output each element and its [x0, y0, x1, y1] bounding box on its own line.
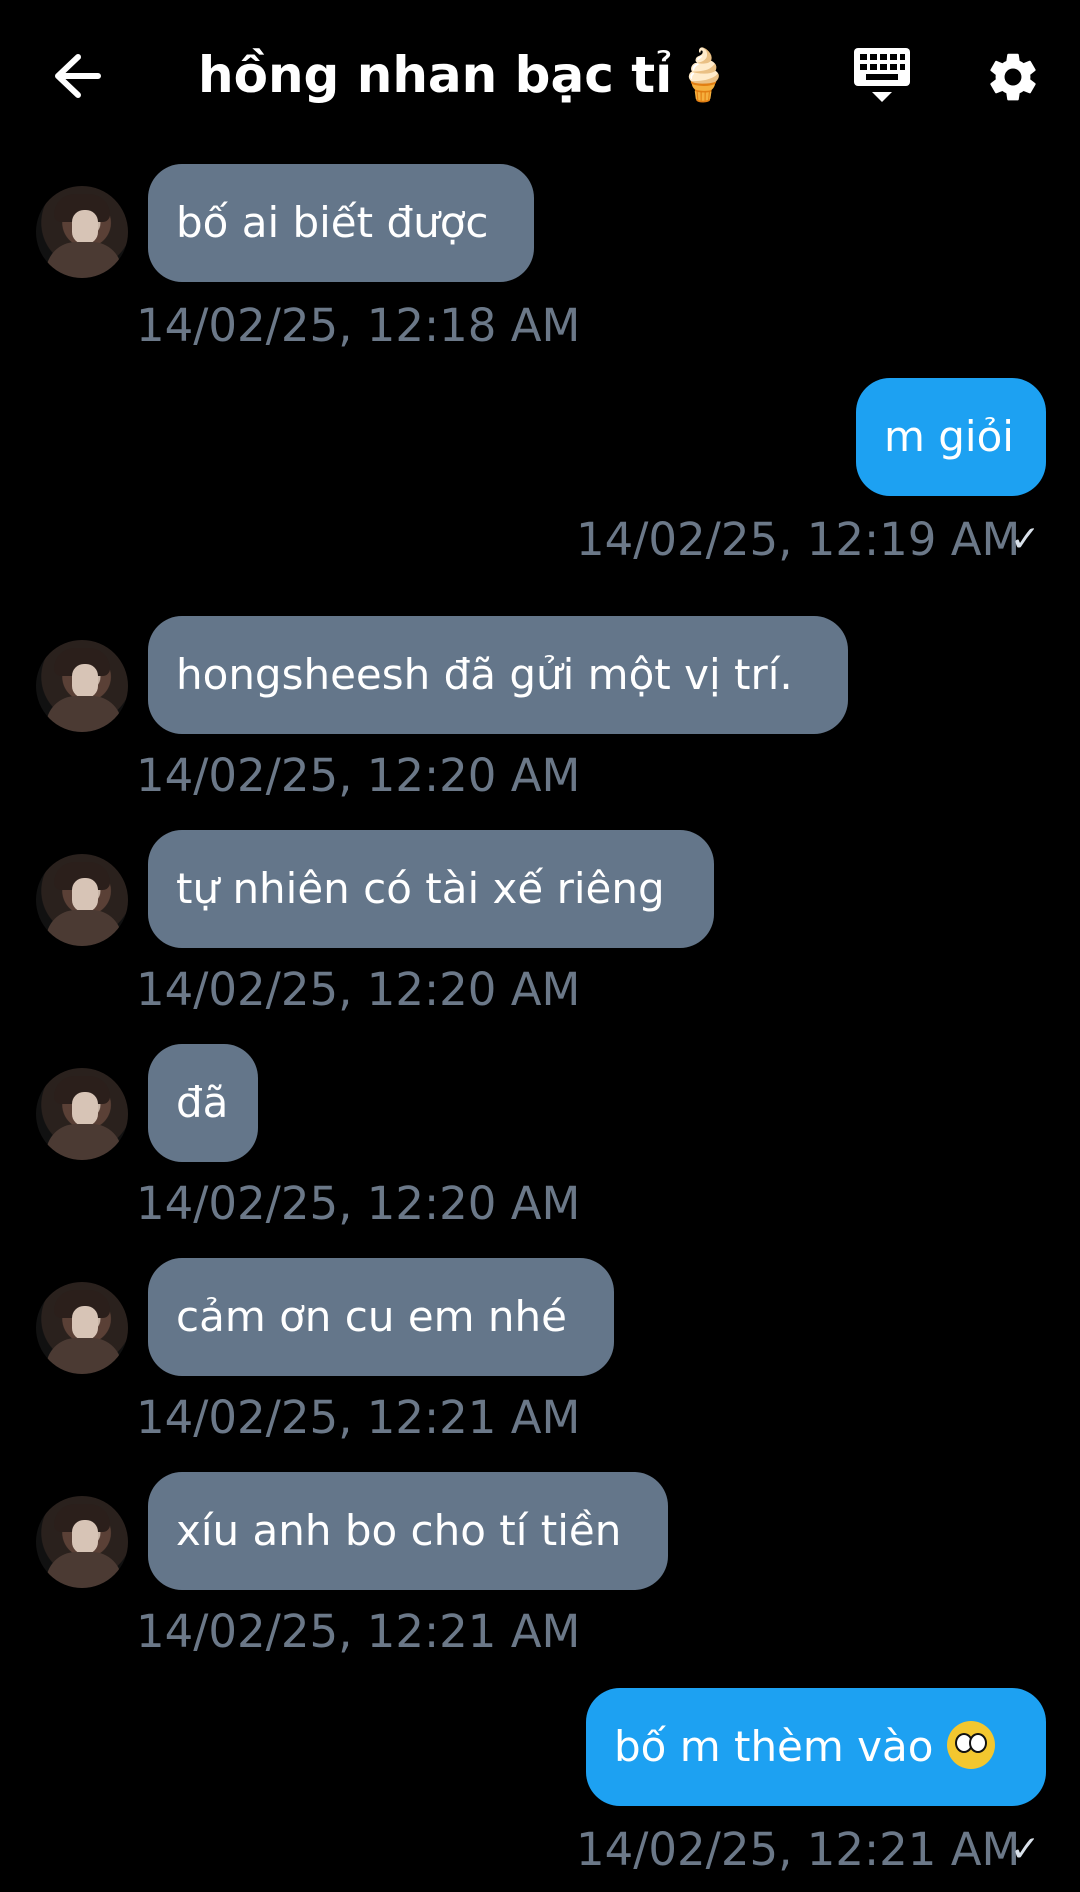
sent-check-icon: ✓: [1010, 519, 1041, 560]
message-text: bố m thèm vào: [614, 1722, 934, 1771]
avatar[interactable]: [36, 186, 128, 278]
sent-check-icon: ✓: [1010, 1829, 1041, 1870]
avatar[interactable]: [36, 1496, 128, 1588]
gear-icon: [990, 53, 1036, 101]
back-arrow-icon: [55, 54, 101, 98]
message-timestamp: 14/02/25, 12:19 AM: [576, 513, 1021, 566]
avatar[interactable]: [36, 1282, 128, 1374]
avatar[interactable]: [36, 1068, 128, 1160]
message-bubble-incoming[interactable]: đã: [148, 1044, 258, 1162]
message-timestamp: 14/02/25, 12:20 AM: [136, 1177, 581, 1230]
message-bubble-incoming[interactable]: cảm ơn cu em nhé: [148, 1258, 614, 1376]
header-bar: hồng nhan bạc tỉ🍦: [0, 0, 1080, 150]
avatar[interactable]: [36, 854, 128, 946]
message-timestamp: 14/02/25, 12:21 AM: [136, 1605, 581, 1658]
settings-button[interactable]: [984, 48, 1042, 106]
back-button[interactable]: [48, 48, 104, 104]
message-timestamp: 14/02/25, 12:20 AM: [136, 963, 581, 1016]
message-timestamp: 14/02/25, 12:18 AM: [136, 299, 581, 352]
avatar[interactable]: [36, 640, 128, 732]
message-bubble-incoming[interactable]: tự nhiên có tài xế riêng: [148, 830, 714, 948]
keyboard-button[interactable]: [852, 44, 912, 104]
message-timestamp: 14/02/25, 12:21 AM: [576, 1823, 1021, 1876]
message-bubble-incoming[interactable]: hongsheesh đã gửi một vị trí.: [148, 616, 848, 734]
message-timestamp: 14/02/25, 12:21 AM: [136, 1391, 581, 1444]
message-bubble-outgoing[interactable]: bố m thèm vào: [586, 1688, 1046, 1806]
message-bubble-incoming[interactable]: xíu anh bo cho tí tiền: [148, 1472, 668, 1590]
rolling-eyes-emoji-icon: [947, 1721, 996, 1769]
keyboard-icon: [854, 48, 910, 102]
message-bubble-outgoing[interactable]: m giỏi: [856, 378, 1046, 496]
message-bubble-incoming[interactable]: bố ai biết được: [148, 164, 534, 282]
chat-title: hồng nhan bạc tỉ🍦: [198, 46, 735, 104]
message-timestamp: 14/02/25, 12:20 AM: [136, 749, 581, 802]
